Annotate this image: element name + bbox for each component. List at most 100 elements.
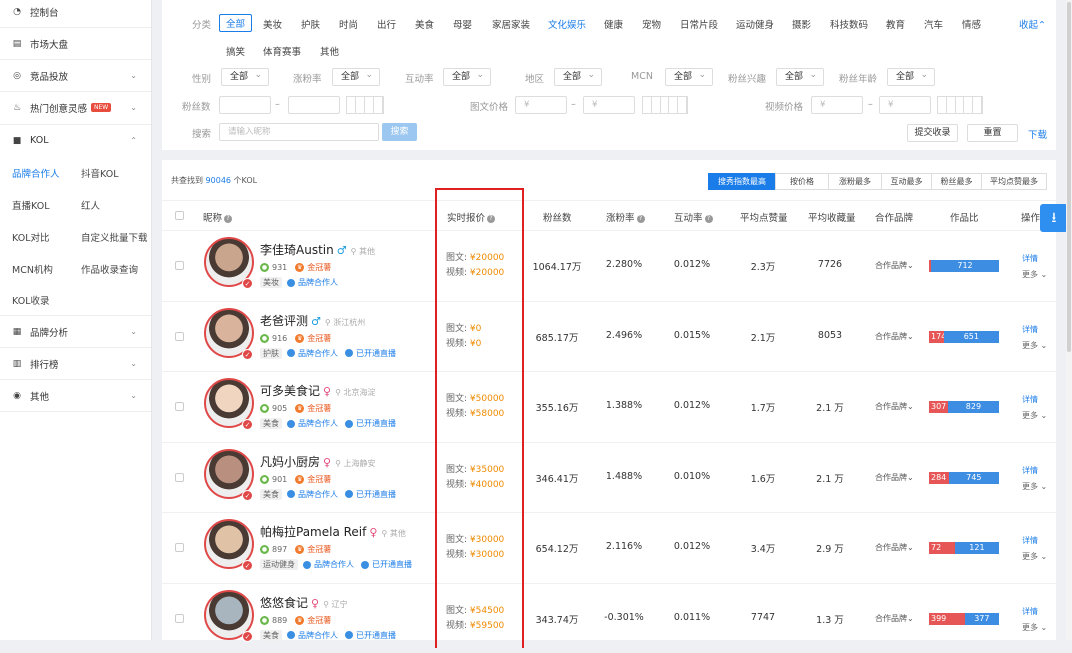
header-avg-collects[interactable]: 平均收藏量 xyxy=(808,210,856,224)
fan-age-select[interactable]: 全部 xyxy=(887,67,935,86)
category-item[interactable]: 体育赛事 xyxy=(263,44,301,58)
coop-tag[interactable]: 品牌合作人 xyxy=(287,419,338,428)
download-link[interactable]: 下载 xyxy=(1028,127,1047,141)
video-price-max-input[interactable]: ¥ xyxy=(879,96,931,114)
category-item[interactable]: 美食 xyxy=(415,17,434,31)
live-tag[interactable]: 已开通直播 xyxy=(345,419,396,428)
category-all[interactable]: 全部 xyxy=(219,14,253,32)
sort-score-button[interactable]: 搜秀指数最高 xyxy=(708,173,776,190)
more-dropdown[interactable]: 更多 ⌄ xyxy=(1022,479,1047,495)
brand-dropdown[interactable]: 合作品牌⌄ xyxy=(875,401,914,412)
row-checkbox[interactable] xyxy=(175,331,184,341)
fans-min-input[interactable] xyxy=(219,96,271,114)
sidebar-sub-live-kol[interactable]: 直播KOL xyxy=(12,198,49,212)
scrollbar[interactable] xyxy=(1066,0,1072,640)
more-dropdown[interactable]: 更多 ⌄ xyxy=(1022,267,1047,283)
header-avg-likes[interactable]: 平均点赞量 xyxy=(740,210,788,224)
sidebar-item-brand-analysis[interactable]: ▦ 品牌分析 ⌄ xyxy=(0,315,151,347)
sidebar-sub-brand-partner[interactable]: 品牌合作人 xyxy=(12,166,60,180)
sidebar-item-market[interactable]: ▤ 市场大盘 xyxy=(0,27,151,59)
header-fans[interactable]: 粉丝数 xyxy=(543,210,572,224)
submit-include-button[interactable]: 提交收录 xyxy=(907,124,958,142)
search-button[interactable]: 搜索 xyxy=(382,123,417,141)
gender-select[interactable]: 全部 xyxy=(221,67,269,86)
kol-name[interactable]: 可多美食记 ♀ ⚲ 北京海淀 xyxy=(260,382,375,399)
live-tag[interactable]: 已开通直播 xyxy=(345,631,396,640)
category-item[interactable]: 护肤 xyxy=(301,17,320,31)
collapse-button[interactable]: 收起⌃ xyxy=(1019,17,1046,31)
growth-select[interactable]: 全部 xyxy=(332,67,380,86)
brand-dropdown[interactable]: 合作品牌⌄ xyxy=(875,472,914,483)
category-item[interactable]: 时尚 xyxy=(339,17,358,31)
sidebar-sub-work-query[interactable]: 作品收录查询 xyxy=(81,262,138,276)
row-checkbox[interactable] xyxy=(175,543,184,552)
row-checkbox[interactable] xyxy=(175,613,184,623)
coop-tag[interactable]: 品牌合作人 xyxy=(287,349,338,358)
table-row[interactable]: ✓ 帕梅拉Pamela Reif ♀ ⚲ 其他 ● 897 ♛ 金冠薯 运动健身 品牌合作人 已开通… xyxy=(162,512,1056,582)
row-checkbox[interactable] xyxy=(175,472,184,482)
category-item[interactable]: 汽车 xyxy=(924,17,943,31)
category-item[interactable]: 科技数码 xyxy=(830,17,868,31)
fans-range-slider[interactable] xyxy=(346,96,384,114)
img-price-max-input[interactable]: ¥ xyxy=(583,96,635,114)
region-select[interactable]: 全部 xyxy=(554,67,602,86)
category-item[interactable]: 情感 xyxy=(962,17,981,31)
coop-tag[interactable]: 品牌合作人 xyxy=(287,278,338,287)
sidebar-item-hot-ideas[interactable]: ♨ 热门创意灵感 NEW ⌄ xyxy=(0,91,151,123)
img-price-min-input[interactable]: ¥ xyxy=(515,96,567,114)
category-item[interactable]: 出行 xyxy=(377,17,396,31)
more-dropdown[interactable]: 更多 ⌄ xyxy=(1022,338,1047,354)
row-checkbox[interactable] xyxy=(175,402,184,411)
table-row[interactable]: ✓ 可多美食记 ♀ ⚲ 北京海淀 ● 905 ♛ 金冠薯 美食 品牌合作人 已开通直播 图文: ¥50… xyxy=(162,371,1056,441)
table-row[interactable]: ✓ 李佳琦Austin ♂ ⚲ 其他 ● 931 ♛ 金冠薯 美妆 品牌合作人 图文: ¥20000… xyxy=(162,230,1056,300)
category-item[interactable]: 美妆 xyxy=(263,17,282,31)
sort-fans-button[interactable]: 粉丝最多 xyxy=(931,173,982,190)
fans-max-input[interactable] xyxy=(288,96,340,114)
detail-link[interactable]: 详情 xyxy=(1022,251,1047,267)
detail-link[interactable]: 详情 xyxy=(1022,533,1047,549)
select-all-checkbox[interactable] xyxy=(175,211,184,220)
category-item[interactable]: 家居家装 xyxy=(492,17,530,31)
category-item[interactable]: 日常片段 xyxy=(680,17,718,31)
table-row[interactable]: ✓ 凡妈小厨房 ♀ ⚲ 上海静安 ● 901 ♛ 金冠薯 美食 品牌合作人 已开通直播 图文: ¥35… xyxy=(162,441,1056,512)
header-interact[interactable]: 互动率? xyxy=(674,210,713,224)
more-dropdown[interactable]: 更多 ⌄ xyxy=(1022,620,1047,636)
kol-name[interactable]: 悠悠食记 ♀ ⚲ 辽宁 xyxy=(260,594,347,611)
kol-name[interactable]: 凡妈小厨房 ♀ ⚲ 上海静安 xyxy=(260,453,375,470)
category-item[interactable]: 搞笑 xyxy=(226,44,245,58)
sort-growth-button[interactable]: 涨粉最多 xyxy=(828,173,882,190)
sidebar-sub-kol-include[interactable]: KOL收录 xyxy=(12,293,49,307)
brand-dropdown[interactable]: 合作品牌⌄ xyxy=(875,260,914,271)
interact-select[interactable]: 全部 xyxy=(443,67,491,86)
live-tag[interactable]: 已开通直播 xyxy=(345,490,396,499)
download-float-button[interactable]: ⭳ xyxy=(1040,204,1068,232)
row-checkbox[interactable] xyxy=(175,261,184,270)
sidebar-item-ranking[interactable]: ▥ 排行榜 ⌄ xyxy=(0,347,151,379)
video-price-min-input[interactable]: ¥ xyxy=(811,96,863,114)
sidebar-sub-mcn[interactable]: MCN机构 xyxy=(12,262,53,276)
more-dropdown[interactable]: 更多 ⌄ xyxy=(1022,408,1047,424)
detail-link[interactable]: 详情 xyxy=(1022,392,1047,408)
category-item[interactable]: 运动健身 xyxy=(736,17,774,31)
sidebar-sub-douyin-kol[interactable]: 抖音KOL xyxy=(81,166,118,180)
live-tag[interactable]: 已开通直播 xyxy=(345,349,396,358)
coop-tag[interactable]: 品牌合作人 xyxy=(303,560,354,569)
detail-link[interactable]: 详情 xyxy=(1022,322,1047,338)
sidebar-item-kol[interactable]: ■ KOL ⌃ xyxy=(0,124,151,156)
sidebar-sub-batch-download[interactable]: 自定义批量下载 xyxy=(81,230,148,244)
table-row[interactable]: ✓ 老爸评测 ♂ ⚲ 浙江杭州 ● 916 ♛ 金冠薯 护肤 品牌合作人 已开通直播 图文: ¥0 视频… xyxy=(162,300,1056,371)
sort-interact-button[interactable]: 互动最多 xyxy=(881,173,932,190)
detail-link[interactable]: 详情 xyxy=(1022,604,1047,620)
scrollbar-thumb[interactable] xyxy=(1067,2,1071,352)
sidebar-item-other[interactable]: ◉ 其他 ⌄ xyxy=(0,379,151,411)
coop-tag[interactable]: 品牌合作人 xyxy=(287,490,338,499)
sidebar-item-competitor[interactable]: ◎ 竞品投放 ⌄ xyxy=(0,59,151,91)
brand-dropdown[interactable]: 合作品牌⌄ xyxy=(875,331,914,342)
kol-name[interactable]: 帕梅拉Pamela Reif ♀ ⚲ 其他 xyxy=(260,523,406,540)
sidebar-sub-kol-compare[interactable]: KOL对比 xyxy=(12,230,49,244)
img-price-slider[interactable] xyxy=(642,96,688,114)
category-item[interactable]: 健康 xyxy=(604,17,623,31)
sidebar-item-dashboard[interactable]: ◔ 控制台 xyxy=(0,0,151,28)
sort-likes-button[interactable]: 平均点赞最多 xyxy=(981,173,1047,190)
video-price-slider[interactable] xyxy=(937,96,983,114)
